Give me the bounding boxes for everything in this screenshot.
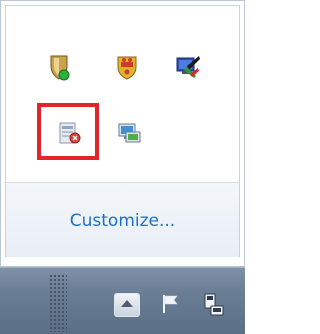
tray-icon-area [6, 6, 239, 178]
customize-link[interactable]: Customize... [6, 211, 239, 231]
selected-icon-highlight [37, 103, 99, 160]
flyout-panel: Customize... [5, 5, 240, 257]
screen: Customize... [0, 0, 245, 334]
action-center-flag-icon[interactable] [156, 290, 184, 318]
notification-overflow-flyout: Customize... [0, 0, 245, 267]
display-settings-icon[interactable] [172, 52, 202, 82]
network-status-icon[interactable] [200, 290, 228, 318]
taskbar [0, 267, 245, 334]
security-shield-icon[interactable] [44, 52, 74, 82]
customize-footer: Customize... [6, 182, 239, 257]
show-hidden-icons-button[interactable] [114, 293, 140, 317]
network-icon[interactable] [114, 118, 144, 148]
taskbar-grip[interactable] [49, 274, 67, 332]
chevron-up-icon [121, 300, 133, 307]
crest-icon[interactable] [112, 52, 142, 82]
